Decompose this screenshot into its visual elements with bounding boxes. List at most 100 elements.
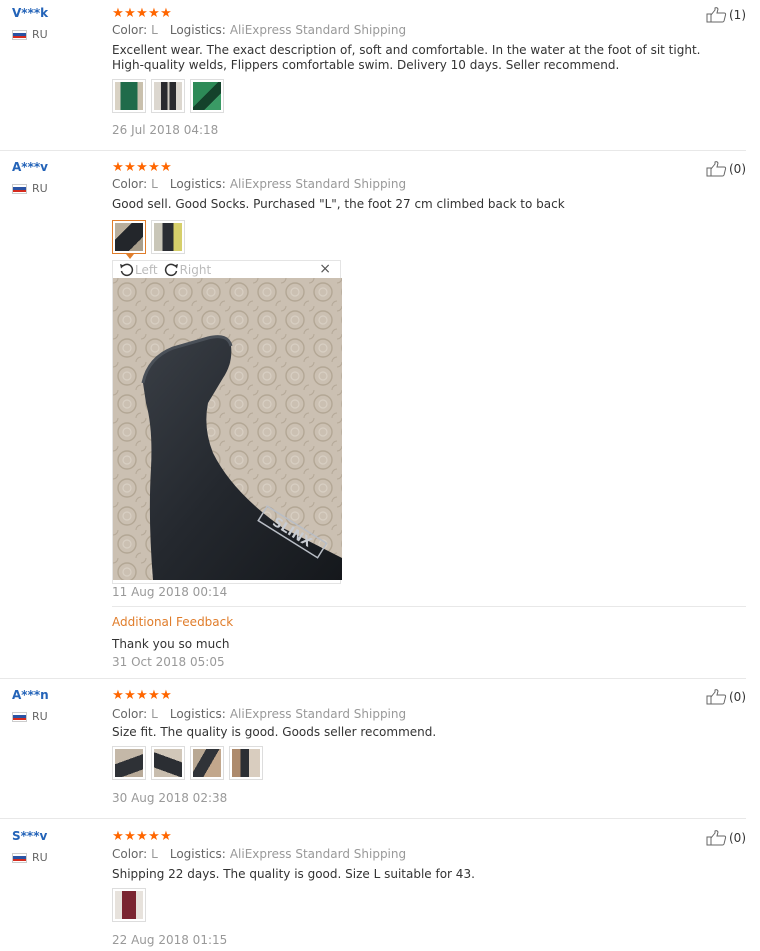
helpful-count: (0) xyxy=(729,831,746,845)
logistics-value: AliExpress Standard Shipping xyxy=(229,23,407,37)
reviewer-name[interactable]: S***v xyxy=(12,829,47,843)
review-photo-thumb[interactable] xyxy=(190,79,224,113)
rotate-left-icon xyxy=(120,263,134,276)
reviewer-name[interactable]: A***n xyxy=(12,688,49,702)
country-code: RU xyxy=(32,710,48,723)
review-text: Excellent wear. The exact description of… xyxy=(112,43,701,72)
review-text: Size fit. The quality is good. Goods sel… xyxy=(112,725,437,739)
review-photos xyxy=(112,888,146,922)
star-icon: ★ xyxy=(124,6,136,21)
review-date: 30 Aug 2018 02:38 xyxy=(112,791,228,805)
star-icon: ★ xyxy=(136,6,148,21)
review-photo-thumb[interactable] xyxy=(190,746,224,780)
star-icon: ★ xyxy=(160,829,172,844)
color-value: L xyxy=(151,707,158,721)
photo-viewer: Left Right × SLINX xyxy=(112,260,342,584)
helpful-button[interactable]: (0) xyxy=(706,689,746,705)
reviewer-country: RU xyxy=(12,710,48,723)
star-icon: ★ xyxy=(148,6,160,21)
selected-caret-icon xyxy=(126,254,134,259)
star-rating: ★ ★ ★ ★ ★ xyxy=(112,161,172,174)
country-code: RU xyxy=(32,182,48,195)
logistics-value: AliExpress Standard Shipping xyxy=(229,707,407,721)
star-icon: ★ xyxy=(160,160,172,175)
star-icon: ★ xyxy=(124,160,136,175)
star-icon: ★ xyxy=(160,688,172,703)
photo-viewer-toolbar: Left Right × xyxy=(113,261,340,278)
color-label: Color: xyxy=(112,707,148,721)
logistics-label: Logistics: xyxy=(169,847,226,861)
reviewer-name[interactable]: V***k xyxy=(12,6,48,20)
star-icon: ★ xyxy=(124,829,136,844)
close-icon[interactable]: × xyxy=(319,261,331,278)
star-icon: ★ xyxy=(112,6,124,21)
reviewer-name[interactable]: A***v xyxy=(12,160,48,174)
helpful-button[interactable]: (0) xyxy=(706,161,746,177)
review-photo-thumb[interactable] xyxy=(151,220,185,254)
review-photo-thumb[interactable] xyxy=(112,746,146,780)
star-icon: ★ xyxy=(136,829,148,844)
color-value: L xyxy=(151,23,158,37)
color-label: Color: xyxy=(112,847,148,861)
star-icon: ★ xyxy=(148,829,160,844)
thumbs-up-icon xyxy=(706,161,727,177)
ru-flag-icon xyxy=(12,183,27,194)
review-photos xyxy=(112,746,263,780)
star-icon: ★ xyxy=(148,160,160,175)
review-separator xyxy=(0,818,746,819)
additional-feedback-text: Thank you so much xyxy=(112,637,230,651)
rotate-left-label: Left xyxy=(135,262,158,277)
star-icon: ★ xyxy=(136,160,148,175)
logistics-label: Logistics: xyxy=(169,177,226,191)
review-text: Shipping 22 days. The quality is good. S… xyxy=(112,867,475,881)
star-rating: ★ ★ ★ ★ ★ xyxy=(112,7,172,20)
ru-flag-icon xyxy=(12,711,27,722)
rotate-right-button[interactable]: Right xyxy=(164,262,212,277)
star-icon: ★ xyxy=(112,160,124,175)
additional-feedback-title: Additional Feedback xyxy=(112,615,234,629)
review-photo-thumb[interactable] xyxy=(112,79,146,113)
order-info: Color: L Logistics: AliExpress Standard Shi… xyxy=(112,23,418,37)
reviewer-country: RU xyxy=(12,28,48,41)
thumbs-up-icon xyxy=(706,7,727,23)
additional-feedback-divider xyxy=(112,606,746,607)
review-photo-thumb[interactable] xyxy=(229,746,263,780)
review-text: Good sell. Good Socks. Purchased "L", th… xyxy=(112,197,565,211)
reviewer-country: RU xyxy=(12,182,48,195)
review-photos xyxy=(112,220,185,259)
additional-feedback-date: 31 Oct 2018 05:05 xyxy=(112,655,225,669)
review-date: 22 Aug 2018 01:15 xyxy=(112,933,228,947)
review-photo-thumb[interactable] xyxy=(151,79,185,113)
helpful-count: (0) xyxy=(729,690,746,704)
review-photo-thumb[interactable] xyxy=(151,746,185,780)
star-icon: ★ xyxy=(160,6,172,21)
helpful-button[interactable]: (1) xyxy=(706,7,746,23)
review-date: 11 Aug 2018 00:14 xyxy=(112,585,228,599)
country-code: RU xyxy=(32,28,48,41)
review-photos xyxy=(112,79,224,113)
rotate-right-label: Right xyxy=(179,262,212,277)
review-separator xyxy=(0,678,746,679)
star-rating: ★ ★ ★ ★ ★ xyxy=(112,689,172,702)
order-info: Color: L Logistics: AliExpress Standard Shi… xyxy=(112,847,418,861)
review-photo-large: SLINX xyxy=(113,278,342,580)
logistics-value: AliExpress Standard Shipping xyxy=(229,847,407,861)
color-value: L xyxy=(151,847,158,861)
review-date: 26 Jul 2018 04:18 xyxy=(112,123,219,137)
ru-flag-icon xyxy=(12,29,27,40)
helpful-button[interactable]: (0) xyxy=(706,830,746,846)
star-rating: ★ ★ ★ ★ ★ xyxy=(112,830,172,843)
star-icon: ★ xyxy=(112,688,124,703)
rotate-right-icon xyxy=(164,263,178,276)
logistics-label: Logistics: xyxy=(169,23,226,37)
review-photo-thumb-selected[interactable] xyxy=(112,220,146,259)
star-icon: ★ xyxy=(112,829,124,844)
helpful-count: (1) xyxy=(729,8,746,22)
star-icon: ★ xyxy=(136,688,148,703)
star-icon: ★ xyxy=(148,688,160,703)
country-code: RU xyxy=(32,851,48,864)
review-photo-thumb[interactable] xyxy=(112,888,146,922)
logistics-label: Logistics: xyxy=(169,707,226,721)
rotate-left-button[interactable]: Left xyxy=(119,263,158,277)
review-separator xyxy=(0,150,746,151)
